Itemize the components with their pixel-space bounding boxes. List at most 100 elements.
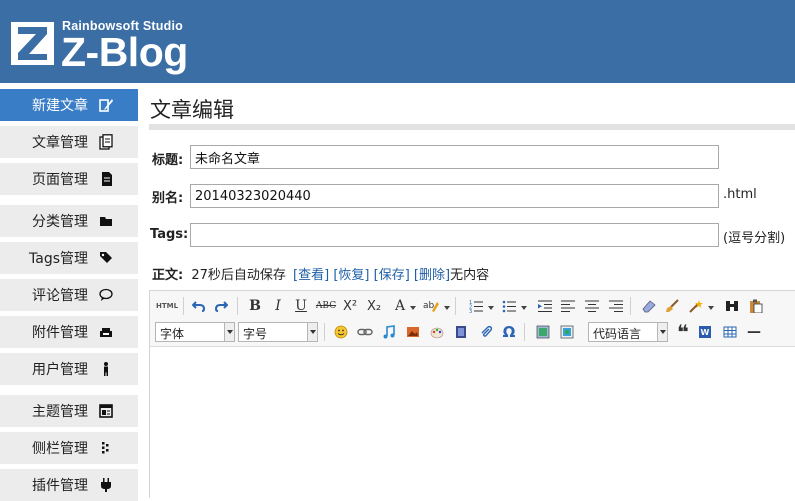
theme-icon — [99, 404, 113, 418]
sidebar-item-comments[interactable]: 评论管理 — [0, 279, 138, 311]
sidebar-item-sidebars[interactable]: 侧栏管理 — [0, 432, 138, 464]
content-label: 正文: — [152, 268, 184, 283]
sidebar-item-label: 新建文章 — [32, 98, 88, 114]
toolbar-separator — [183, 297, 184, 315]
sidebar-item-new-article[interactable]: 新建文章 — [0, 89, 138, 121]
sidebar-item-label: 用户管理 — [32, 362, 88, 378]
code-language-value: 代码语言 — [593, 327, 642, 341]
title-label: 标题: — [152, 153, 184, 168]
app-header: Rainbowsoft Studio Z-Blog — [0, 0, 795, 83]
image-icon[interactable] — [404, 323, 422, 341]
documents-icon — [99, 134, 113, 150]
music-icon[interactable] — [380, 323, 398, 341]
align-left-icon[interactable] — [559, 297, 577, 315]
svg-text:3: 3 — [469, 309, 472, 313]
bullet-list-icon[interactable] — [500, 297, 518, 315]
font-size-select[interactable]: 字号 — [238, 322, 318, 342]
word-paste-icon[interactable]: W — [696, 323, 714, 341]
link-icon[interactable] — [356, 323, 374, 341]
align-right-icon[interactable] — [607, 297, 625, 315]
chevron-down-icon — [307, 323, 317, 341]
ordered-list-icon[interactable]: 123 — [467, 297, 485, 315]
tags-input[interactable] — [190, 223, 719, 247]
sidebar-item-label: 分类管理 — [32, 214, 88, 230]
svg-text:ab: ab — [423, 301, 435, 311]
chevron-down-icon[interactable] — [410, 306, 416, 313]
paste-icon[interactable] — [747, 297, 765, 315]
toolbar-separator — [630, 297, 631, 315]
chevron-down-icon[interactable] — [708, 306, 714, 313]
video-icon[interactable] — [452, 323, 470, 341]
chevron-down-icon — [657, 323, 667, 341]
alias-suffix: .html — [723, 187, 757, 202]
bold-button[interactable]: B — [246, 297, 264, 315]
strikethrough-button[interactable]: ABC — [316, 297, 336, 315]
chevron-down-icon[interactable] — [488, 306, 494, 313]
tags-label: Tags: — [150, 227, 189, 242]
sidebar-item-label: 文章管理 — [32, 135, 88, 151]
svg-text:W: W — [701, 328, 710, 337]
sidebar-item-pages[interactable]: 页面管理 — [0, 163, 138, 195]
code-language-select[interactable]: 代码语言 — [588, 322, 668, 342]
toolbar-separator — [324, 323, 325, 341]
save-link[interactable]: [保存] — [374, 268, 410, 283]
alias-label: 别名: — [152, 191, 184, 206]
title-input[interactable] — [190, 145, 719, 169]
highlight-icon[interactable]: ab — [422, 297, 440, 315]
italic-button[interactable]: I — [269, 297, 287, 315]
page-title: 文章编辑 — [150, 98, 234, 122]
gallery-icon[interactable] — [534, 323, 552, 341]
indent-icon[interactable] — [536, 297, 554, 315]
scrawl-icon[interactable] — [428, 323, 446, 341]
tag-icon — [100, 252, 112, 263]
zblog-logo-icon[interactable] — [11, 22, 54, 65]
format-brush-icon[interactable] — [663, 297, 681, 315]
html-source-button[interactable]: HTML — [156, 297, 178, 315]
eraser-icon[interactable] — [640, 297, 658, 315]
sidebar-item-label: 主题管理 — [32, 404, 88, 420]
edit-icon — [99, 99, 113, 112]
chevron-down-icon[interactable] — [444, 306, 450, 313]
map-icon[interactable] — [558, 323, 576, 341]
find-icon[interactable] — [723, 297, 741, 315]
horizontal-rule-button[interactable]: — — [745, 323, 763, 341]
table-icon[interactable] — [721, 323, 739, 341]
alias-input[interactable] — [190, 184, 719, 208]
emoticon-icon[interactable] — [332, 323, 350, 341]
sidebar-item-label: Tags管理 — [29, 251, 88, 267]
brand-name: Z-Blog — [61, 29, 188, 75]
sidebar-item-users[interactable]: 用户管理 — [0, 353, 138, 385]
redo-icon[interactable] — [212, 297, 230, 315]
view-link[interactable]: [查看] — [293, 268, 329, 283]
sidebar-item-themes[interactable]: 主题管理 — [0, 395, 138, 427]
toolbar-separator — [237, 297, 238, 315]
restore-link[interactable]: [恢复] — [333, 268, 369, 283]
delete-link[interactable]: [删除] — [414, 268, 450, 283]
font-color-button[interactable]: A — [391, 297, 409, 315]
editor-content-area[interactable] — [150, 348, 795, 498]
sidebar-item-plugins[interactable]: 插件管理 — [0, 469, 138, 501]
comment-icon — [99, 288, 113, 301]
attachment-clip-icon[interactable] — [477, 323, 495, 341]
magic-wand-icon[interactable] — [687, 297, 705, 315]
sidebar-item-attachments[interactable]: 附件管理 — [0, 316, 138, 348]
undo-icon[interactable] — [190, 297, 208, 315]
sidebar-item-tags[interactable]: Tags管理 — [0, 242, 138, 274]
subscript-button[interactable]: X₂ — [365, 297, 383, 315]
special-char-button[interactable]: Ω — [500, 323, 518, 341]
tags-hint: (逗号分割) — [723, 231, 786, 246]
plugin-icon — [101, 478, 111, 492]
underline-button[interactable]: U — [292, 297, 310, 315]
align-center-icon[interactable] — [583, 297, 601, 315]
font-family-select[interactable]: 字体 — [155, 322, 235, 342]
folder-icon — [100, 217, 112, 226]
sidebar-item-articles[interactable]: 文章管理 — [0, 126, 138, 158]
user-icon — [104, 362, 108, 376]
title-divider — [149, 124, 795, 130]
chevron-down-icon[interactable] — [521, 306, 527, 313]
blockquote-button[interactable]: ❝ — [674, 320, 692, 344]
rich-text-editor[interactable]: HTML B I U ABC X² X₂ A ab 123 字体 字号 Ω 代码… — [149, 290, 795, 498]
sidebar-item-categories[interactable]: 分类管理 — [0, 205, 138, 237]
sidebar-item-label: 附件管理 — [32, 325, 88, 341]
superscript-button[interactable]: X² — [341, 297, 359, 315]
